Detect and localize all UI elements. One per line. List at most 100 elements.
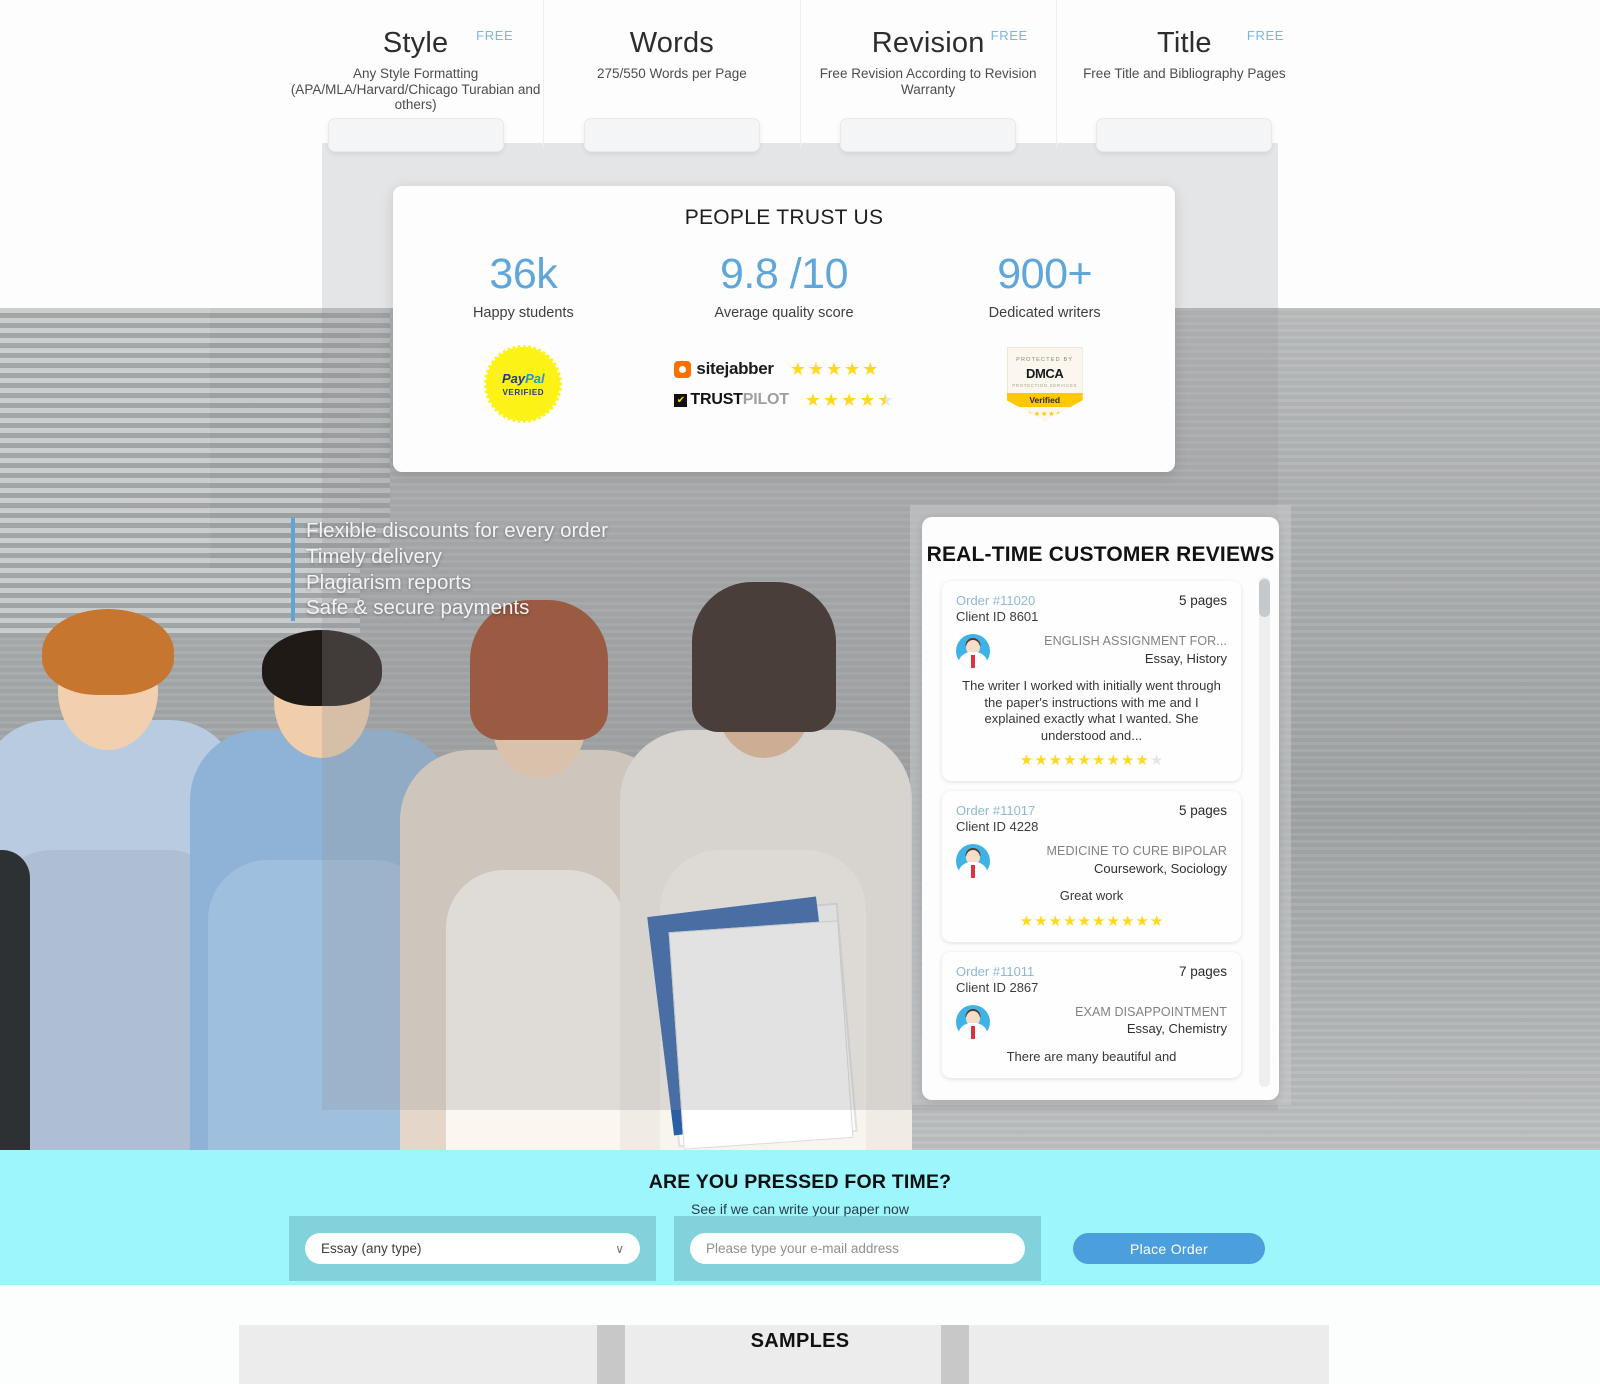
- star-icon: ★: [1135, 912, 1149, 930]
- sitejabber-name: sitejabber: [696, 359, 775, 379]
- trust-stats-row: 36k Happy students 9.8 /10 Average quali…: [393, 250, 1175, 321]
- hero-benefits-list: Flexible discounts for every order Timel…: [291, 518, 608, 622]
- reviews-widget: REAL-TIME CUSTOMER REVIEWS Order #11020 …: [910, 505, 1291, 1105]
- trust-heading: PEOPLE TRUST US: [684, 206, 884, 229]
- review-pages: 7 pages: [1178, 963, 1227, 979]
- list-item: Safe & secure payments: [306, 596, 530, 620]
- review-order-number: Order #11011: [956, 963, 1035, 979]
- review-title-block: MEDICINE TO CURE BIPOLAR Coursework, Soc…: [1000, 844, 1227, 876]
- review-item[interactable]: Order #11020 Client ID 8601 5 pages ENGL…: [942, 581, 1241, 781]
- star-icon: ★: [823, 390, 840, 410]
- stat-number: 9.8 /10: [720, 250, 848, 298]
- ratings-cell: sitejabber ★ ★ ★ ★ ★ ✔ TRUSTPILOT ★ ★ ★ …: [654, 359, 915, 409]
- paypal-verified-label: VERIFIED: [502, 387, 545, 397]
- trust-badges-row: PayPal VERIFIED sitejabber ★ ★ ★ ★ ★ ✔ T…: [393, 345, 1175, 423]
- sitejabber-logo: sitejabber: [674, 359, 775, 379]
- star-icon: ★: [862, 359, 879, 379]
- star-icon: ★: [1120, 752, 1135, 769]
- star-icon: ★: [1063, 752, 1077, 769]
- star-half-icon: ★: [877, 390, 894, 410]
- review-pages: 5 pages: [1178, 803, 1227, 818]
- feature-description: 275/550 Words per Page: [596, 66, 747, 81]
- paper-type-wrapper: Essay (any type) ∨: [289, 1216, 656, 1281]
- feature-free-badge: FREE: [1246, 28, 1284, 43]
- review-client-id: Client ID 4228: [956, 819, 1039, 834]
- paypal-wordmark: PayPal: [502, 372, 545, 385]
- star-icon: ★: [859, 390, 876, 410]
- email-placeholder: Please type your e-mail address: [706, 1241, 899, 1256]
- chevron-down-icon: ∨: [615, 1241, 624, 1256]
- sitejabber-name-part2: jabber: [724, 359, 775, 378]
- page-root: Style FREE Any Style Formatting (APA/MLA…: [0, 0, 1600, 1384]
- feature-card-shadow: [327, 118, 504, 152]
- trustpilot-stars: ★ ★ ★ ★ ★: [805, 391, 894, 409]
- feature-title: Words: [629, 27, 714, 59]
- feature-title-page: Title FREE Free Title and Bibliography P…: [1057, 0, 1312, 152]
- avatar: [956, 844, 990, 878]
- review-ids: Order #11011 Client ID 2867: [956, 964, 1038, 996]
- trustpilot-name: TRUSTPILOT: [690, 391, 789, 409]
- star-icon: ★: [1019, 752, 1034, 769]
- review-item[interactable]: Order #11011 Client ID 2867 7 pages EXAM…: [942, 951, 1241, 1078]
- cta-subheading: See if we can write your paper now: [691, 1201, 909, 1217]
- reviews-card: REAL-TIME CUSTOMER REVIEWS Order #11020 …: [922, 517, 1279, 1100]
- star-icon: ★: [1092, 912, 1106, 930]
- star-icon: ★: [804, 390, 822, 410]
- stat-label: Happy students: [472, 305, 574, 321]
- star-icon: ★: [844, 359, 861, 379]
- star-icon: ★: [1063, 912, 1077, 930]
- review-header: Order #11020 Client ID 8601 5 pages: [956, 593, 1227, 625]
- star-icon: ★: [1048, 912, 1063, 930]
- star-icon: ★: [1092, 752, 1106, 769]
- dmca-stars: ★★★★★: [1026, 411, 1063, 418]
- review-meta: ENGLISH ASSIGNMENT FOR... Essay, History: [956, 634, 1227, 668]
- feature-description: Free Revision According to Revision Warr…: [819, 66, 1037, 97]
- email-field[interactable]: Please type your e-mail address: [690, 1233, 1025, 1264]
- review-subject: MEDICINE TO CURE BIPOLAR: [1046, 844, 1227, 858]
- trust-stat-dedicated-writers: 900+ Dedicated writers: [914, 250, 1175, 321]
- review-ids: Order #11017 Client ID 4228: [956, 803, 1038, 835]
- free-features-row: Style FREE Any Style Formatting (APA/MLA…: [288, 0, 1312, 152]
- trustpilot-check-icon: ✔: [674, 393, 688, 407]
- review-body-text: Great work: [1059, 888, 1124, 903]
- star-icon: ★: [1034, 752, 1048, 769]
- review-meta: EXAM DISAPPOINTMENT Essay, Chemistry: [956, 1004, 1227, 1039]
- review-item[interactable]: Order #11017 Client ID 4228 5 pages MEDI…: [942, 791, 1241, 942]
- avatar-tie: [971, 865, 975, 878]
- review-star-rating: ★ ★ ★ ★ ★ ★ ★ ★ ★ ★: [956, 914, 1227, 929]
- feature-description: Free Title and Bibliography Pages: [1083, 66, 1286, 81]
- place-order-button[interactable]: Place Order: [1073, 1233, 1265, 1264]
- star-icon: ★: [1077, 752, 1091, 769]
- reviews-list[interactable]: Order #11020 Client ID 8601 5 pages ENGL…: [922, 581, 1279, 1078]
- trustpilot-name-part1: TRUST: [690, 391, 743, 408]
- review-subject: EXAM DISAPPOINTMENT: [1075, 1004, 1227, 1019]
- review-title-block: ENGLISH ASSIGNMENT FOR... Essay, History: [1000, 634, 1227, 666]
- stat-number: 900+: [997, 250, 1093, 298]
- review-type: Essay, Chemistry: [1126, 1021, 1227, 1036]
- cta-heading: ARE YOU PRESSED FOR TIME?: [648, 1171, 952, 1193]
- review-body-text: The writer I worked with initially went …: [962, 678, 1221, 743]
- feature-revision: Revision FREE Free Revision According to…: [801, 0, 1057, 152]
- feature-description: Any Style Formatting (APA/MLA/Harvard/Ch…: [290, 66, 541, 112]
- reviews-scrollbar-thumb[interactable]: [1259, 579, 1270, 617]
- reviews-scrollbar-track[interactable]: [1259, 577, 1270, 1087]
- sitejabber-mark-icon: [674, 360, 692, 378]
- avatar-tie: [971, 655, 975, 668]
- star-icon: ★: [1077, 912, 1091, 930]
- sitejabber-rating-row: sitejabber ★ ★ ★ ★ ★: [674, 359, 893, 379]
- star-icon: ★: [1149, 912, 1164, 930]
- review-client-id: Client ID 8601: [956, 609, 1039, 624]
- star-icon: ★: [841, 390, 858, 410]
- avatar: [956, 634, 990, 668]
- star-icon: ★: [1034, 912, 1048, 930]
- review-meta: MEDICINE TO CURE BIPOLAR Coursework, Soc…: [956, 844, 1227, 878]
- review-client-id: Client ID 2867: [956, 979, 1039, 995]
- feature-card-shadow: [840, 118, 1017, 152]
- review-header: Order #11011 Client ID 2867 7 pages: [956, 964, 1227, 996]
- star-icon: ★: [1106, 752, 1120, 769]
- review-title-block: EXAM DISAPPOINTMENT Essay, Chemistry: [1000, 1005, 1227, 1037]
- review-body-text: There are many beautiful and: [1006, 1048, 1177, 1064]
- paper-type-select[interactable]: Essay (any type) ∨: [305, 1233, 640, 1264]
- feature-card-shadow: [1096, 118, 1273, 152]
- star-icon: ★: [1135, 752, 1149, 769]
